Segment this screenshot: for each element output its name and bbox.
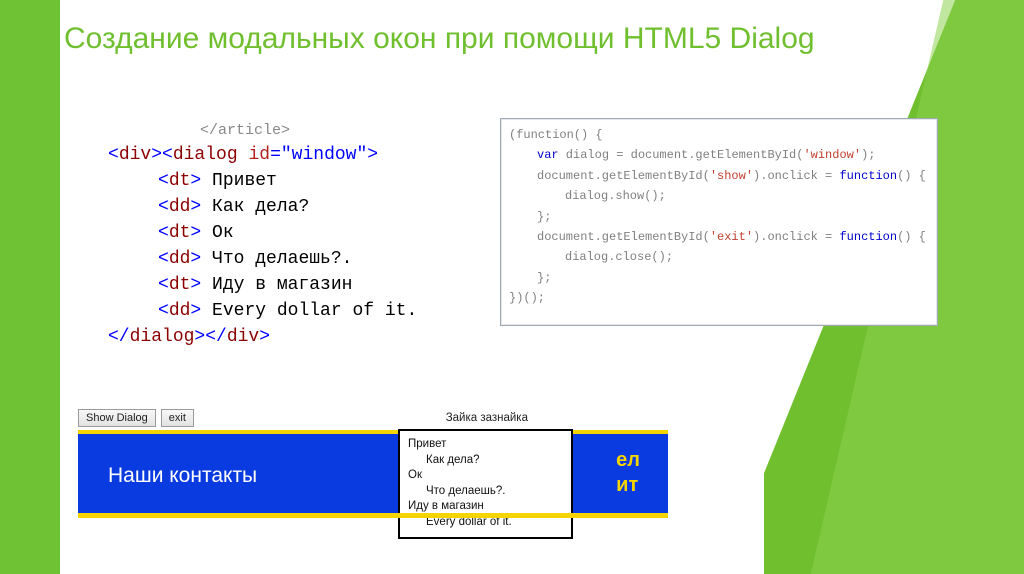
code-line: <div><dialog id="window">	[108, 142, 417, 168]
code-line: };	[509, 207, 929, 227]
code-line: document.getElementById('exit').onclick …	[509, 227, 929, 247]
dialog-dt: Привет	[408, 437, 563, 453]
browser-preview: Show Dialog exit Зайка зазнайка Наши кон…	[78, 407, 668, 518]
dialog-dd: Что делаешь?.	[426, 484, 563, 500]
code-line: };	[509, 268, 929, 288]
dialog-dd: Every dollar of it.	[426, 515, 563, 531]
preview-heading: Зайка зазнайка	[446, 412, 528, 424]
slide-container: Создание модальных окон при помощи HTML5…	[0, 0, 1024, 574]
code-line: (function() {	[509, 128, 603, 142]
code-line: document.getElementById('show').onclick …	[509, 166, 929, 186]
decoration-left	[0, 0, 60, 574]
code-line: </article>	[108, 120, 417, 142]
preview-toolbar: Show Dialog exit Зайка зазнайка	[78, 407, 668, 430]
code-block-left: </article> <div><dialog id="window"> <dt…	[108, 120, 417, 351]
dialog-popup: Привет Как дела? Ок Что делаешь?. Иду в …	[398, 429, 573, 539]
code-line: <dt> Ок	[108, 220, 417, 246]
banner-trail: елит	[616, 448, 640, 498]
dialog-dd: Как дела?	[426, 453, 563, 469]
code-block-right: (function() { var dialog = document.getE…	[500, 118, 938, 326]
code-line: <dd> Every dollar of it.	[108, 298, 417, 324]
slide-title: Создание модальных окон при помощи HTML5…	[64, 20, 815, 58]
banner-text: Наши контакты	[108, 464, 257, 488]
code-line: <dd> Что делаешь?.	[108, 246, 417, 272]
code-line: })();	[509, 291, 545, 305]
dialog-dt: Иду в магазин	[408, 499, 563, 515]
code-line: var dialog = document.getElementById('wi…	[509, 145, 929, 165]
dialog-dt: Ок	[408, 468, 563, 484]
code-line: dialog.show();	[509, 186, 929, 206]
code-line: </dialog></div>	[108, 324, 417, 350]
code-line: <dd> Как дела?	[108, 194, 417, 220]
exit-button[interactable]: exit	[161, 409, 194, 427]
blue-banner: Наши контакты елит Привет Как дела? Ок Ч…	[78, 430, 668, 518]
show-dialog-button[interactable]: Show Dialog	[78, 409, 156, 427]
code-line: <dt> Привет	[108, 168, 417, 194]
code-line: dialog.close();	[509, 247, 929, 267]
code-line: <dt> Иду в магазин	[108, 272, 417, 298]
